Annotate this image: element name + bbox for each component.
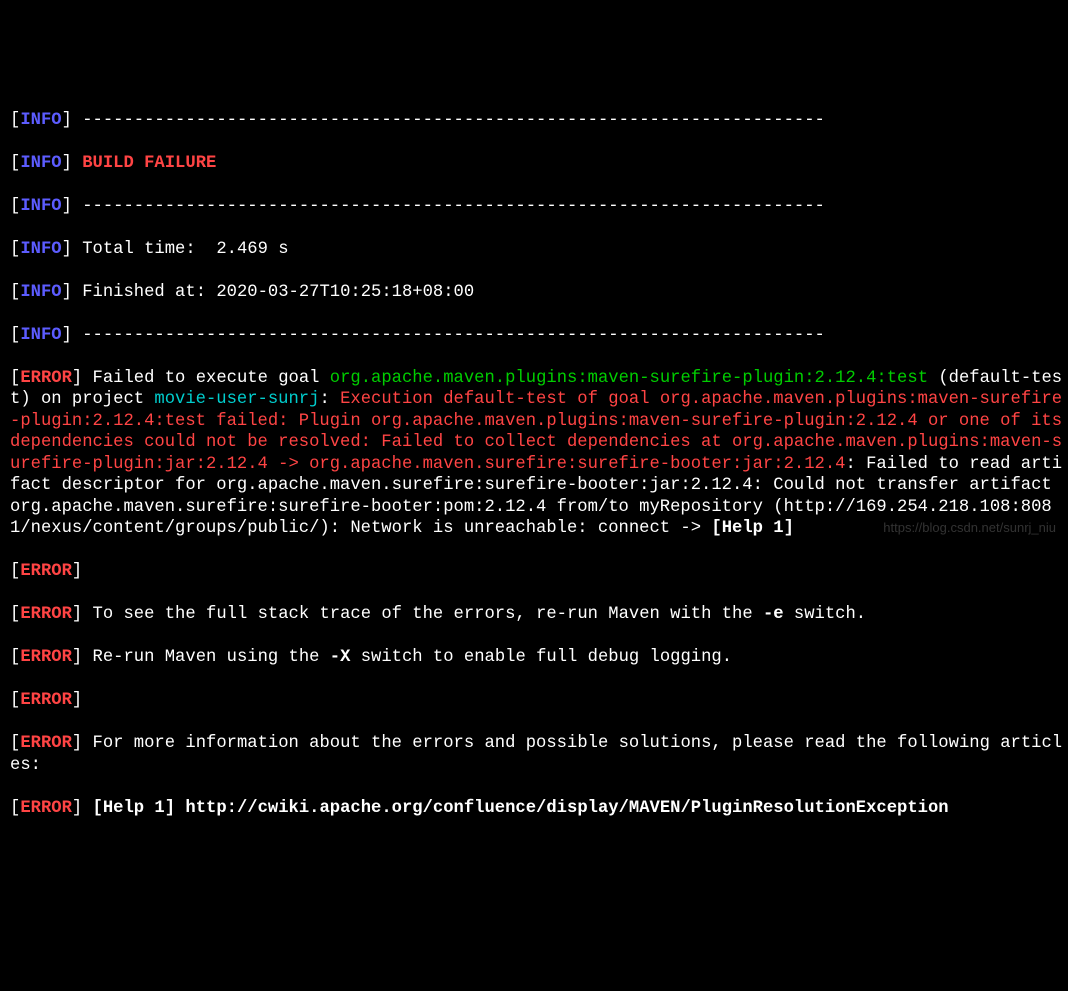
log-line: [INFO] Finished at: 2020-03-27T10:25:18+… [10,282,1068,304]
log-line-error: [ERROR] [10,561,1068,583]
log-line: [INFO] ---------------------------------… [10,110,1068,132]
log-line-error: [ERROR] Failed to execute goal org.apach… [10,368,1068,540]
log-line: [INFO] Total time: 2.469 s [10,239,1068,261]
build-failure: BUILD FAILURE [82,154,216,173]
help-link: [Help 1] http://cwiki.apache.org/conflue… [93,799,949,818]
log-line: [INFO] ---------------------------------… [10,325,1068,347]
terminal-output: [INFO] ---------------------------------… [4,88,1068,841]
log-line: [INFO] BUILD FAILURE [10,153,1068,175]
log-line-error: [ERROR] To see the full stack trace of t… [10,604,1068,626]
help-ref: [Help 1] [711,519,794,538]
log-line-error: [ERROR] [Help 1] http://cwiki.apache.org… [10,798,1068,820]
log-line-error: [ERROR] Re-run Maven using the -X switch… [10,647,1068,669]
log-line-error: [ERROR] [10,690,1068,712]
watermark: https://blog.csdn.net/sunrj_niu [883,520,1056,536]
log-line: [INFO] ---------------------------------… [10,196,1068,218]
log-line-error: [ERROR] For more information about the e… [10,733,1068,776]
